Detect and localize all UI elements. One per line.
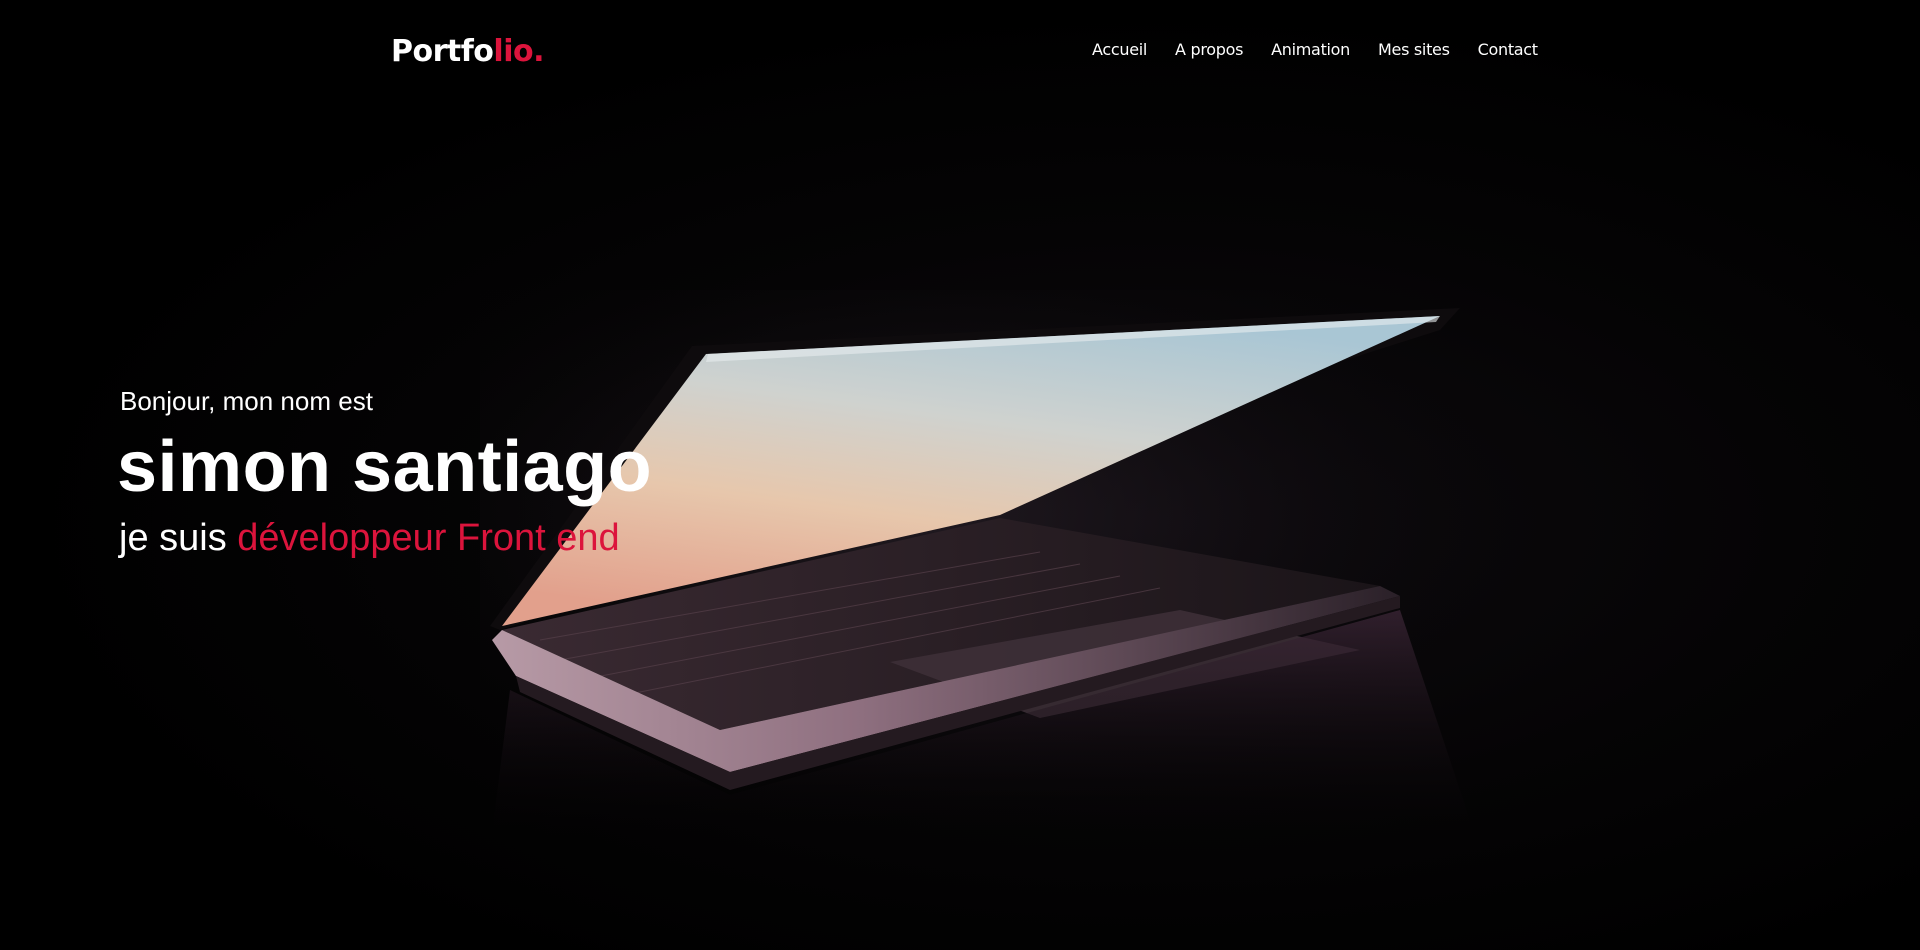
hero-role-prefix: je suis xyxy=(119,517,238,559)
nav-link-a-propos[interactable]: A propos xyxy=(1175,40,1243,59)
nav-menu: Accueil A propos Animation Mes sites Con… xyxy=(1092,40,1538,59)
laptop-background-image xyxy=(480,290,1580,850)
nav-link-accueil[interactable]: Accueil xyxy=(1092,40,1147,59)
navbar: Portfolio. Accueil A propos Animation Me… xyxy=(0,0,1920,105)
hero-greeting: Bonjour, mon nom est xyxy=(120,386,373,416)
hero-role: je suis développeur Front end xyxy=(119,517,652,560)
hero-section: Portfolio. Accueil A propos Animation Me… xyxy=(0,0,1920,950)
nav-link-mes-sites[interactable]: Mes sites xyxy=(1378,40,1450,59)
hero-intro: Bonjour, mon nom est simon santiago je s… xyxy=(117,386,652,560)
logo-accent-text: lio. xyxy=(493,34,544,69)
hero-role-accent: développeur Front end xyxy=(237,517,620,559)
hero-name: simon santiago xyxy=(117,427,653,507)
logo[interactable]: Portfolio. xyxy=(391,34,544,69)
logo-text: Portfo xyxy=(391,34,494,69)
nav-link-animation[interactable]: Animation xyxy=(1271,40,1350,59)
nav-link-contact[interactable]: Contact xyxy=(1478,40,1538,59)
